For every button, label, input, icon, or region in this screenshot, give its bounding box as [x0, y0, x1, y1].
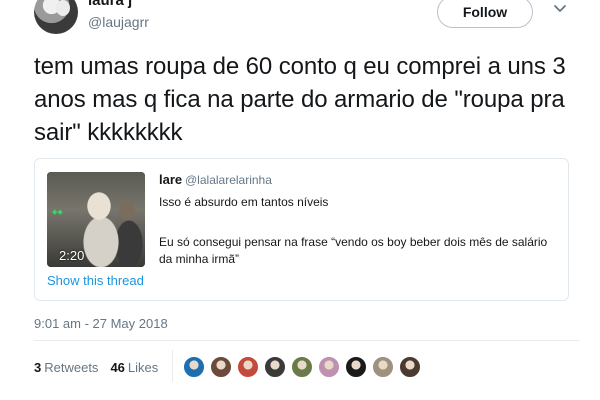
video-thumbnail[interactable]: ◆◆ 2:20 — [47, 172, 145, 267]
tweet-timestamp[interactable]: 9:01 am - 27 May 2018 — [34, 316, 168, 331]
quoted-author-name: lare — [159, 172, 183, 187]
liker-avatar[interactable] — [345, 356, 367, 378]
video-duration: 2:20 — [59, 248, 85, 263]
tweet-text: tem umas roupa de 60 conto q eu comprei … — [34, 53, 566, 146]
retweets-label[interactable]: Retweets — [44, 360, 98, 375]
video-overlay-icon: ◆◆ — [52, 209, 63, 216]
engagement-stats: 3 Retweets 46 Likes — [34, 360, 158, 375]
quoted-text-line1: Isso é absurdo em tantos níveis — [159, 195, 329, 209]
follow-button[interactable]: Follow — [437, 0, 533, 28]
likes-label[interactable]: Likes — [128, 360, 158, 375]
author-name[interactable]: laura j — [88, 0, 132, 9]
divider — [34, 340, 580, 341]
quoted-author-handle: @lalalarelarinha — [185, 173, 272, 187]
avatar-highlight — [56, 0, 70, 16]
liker-avatar[interactable] — [318, 356, 340, 378]
quoted-text-line2: Eu só consegui pensar na frase “vendo os… — [159, 235, 548, 266]
liker-avatar[interactable] — [372, 356, 394, 378]
quoted-tweet[interactable]: ◆◆ 2:20 lare @lalalarelarinha Isso é abs… — [34, 158, 569, 301]
show-thread-link[interactable]: Show this thread — [47, 273, 144, 288]
liker-avatar[interactable] — [399, 356, 421, 378]
author-handle[interactable]: @laujagrr — [88, 14, 149, 30]
liker-avatar[interactable] — [291, 356, 313, 378]
liker-avatar[interactable] — [183, 356, 205, 378]
liker-avatars — [183, 356, 426, 378]
tweet-header: laura j @laujagrr Follow — [0, 0, 600, 48]
stats-divider — [172, 350, 173, 382]
liker-avatar[interactable] — [237, 356, 259, 378]
likes-count[interactable]: 46 — [110, 360, 124, 375]
liker-avatar[interactable] — [210, 356, 232, 378]
chevron-down-icon[interactable] — [553, 2, 567, 16]
author-avatar[interactable] — [34, 0, 78, 34]
liker-avatar[interactable] — [264, 356, 286, 378]
retweets-count[interactable]: 3 — [34, 360, 41, 375]
